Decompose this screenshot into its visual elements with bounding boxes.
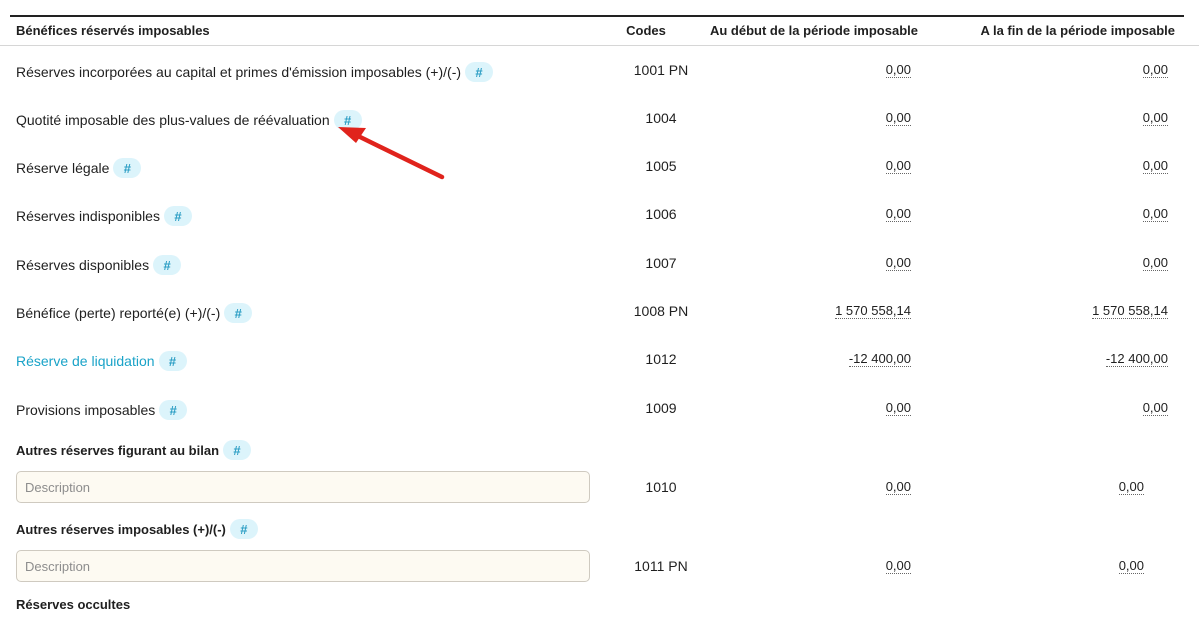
value-debut[interactable]: 0,00 (885, 207, 911, 222)
row-code: 1001 PN (633, 62, 689, 78)
value-debut[interactable]: -12 400,00 (848, 352, 911, 367)
table-row: 1011 PN 0,00 0,00 (0, 552, 1199, 582)
hash-icon[interactable]: # (163, 206, 192, 226)
row-code: 1007 (645, 255, 677, 271)
section-autres-imposables: Autres réserves imposables (+)/(-) # (0, 513, 1199, 543)
row-code: 1010 (645, 479, 677, 495)
hash-icon[interactable]: # (229, 519, 258, 539)
value-fin[interactable]: -12 400,00 (1105, 352, 1168, 367)
row-label: Réserves indisponibles (16, 208, 160, 224)
table-row: Réserves disponibles # 1007 0,00 0,00 (0, 249, 1199, 279)
table-row: Réserves indisponibles # 1006 0,00 0,00 (0, 200, 1199, 230)
hash-icon[interactable]: # (158, 351, 187, 371)
row-code: 1005 (645, 158, 677, 174)
value-fin[interactable]: 0,00 (1142, 207, 1168, 222)
hash-icon[interactable]: # (465, 62, 494, 82)
row-label: Réserves incorporées au capital et prime… (16, 64, 462, 80)
hash-icon[interactable]: # (153, 255, 182, 275)
section-label: Réserves occultes (16, 597, 131, 612)
row-code: 1009 (645, 400, 677, 416)
row-label: Provisions imposables (16, 402, 156, 418)
value-fin[interactable]: 0,00 (1142, 401, 1168, 416)
header-label: Bénéfices réservés imposables (16, 23, 210, 38)
hash-icon[interactable]: # (224, 303, 253, 323)
section-label: Autres réserves imposables (+)/(-) (16, 521, 226, 537)
value-debut[interactable]: 0,00 (885, 256, 911, 271)
hash-icon[interactable]: # (159, 400, 188, 420)
row-code: 1008 PN (633, 303, 689, 319)
table-row: Bénéfice (perte) reporté(e) (+)/(-) # 100… (0, 297, 1199, 327)
value-fin[interactable]: 1 570 558,14 (1092, 304, 1168, 319)
value-debut[interactable]: 0,00 (885, 63, 911, 78)
value-debut[interactable]: 1 570 558,14 (835, 304, 911, 319)
section-label: Autres réserves figurant au bilan (16, 442, 220, 458)
row-code: 1006 (645, 206, 677, 222)
table-row: Provisions imposables # 1009 0,00 0,00 (0, 394, 1199, 424)
value-debut[interactable]: 0,00 (885, 401, 911, 416)
header-debut: Au début de la période imposable (709, 23, 918, 38)
table-header: Bénéfices réservés imposables Codes Au d… (0, 17, 1199, 46)
row-code: 1004 (645, 110, 677, 126)
row-label: Réserve légale (16, 160, 110, 176)
table-row: 1010 0,00 0,00 (0, 473, 1199, 503)
row-label: Quotité imposable des plus-values de réé… (16, 112, 330, 128)
value-debut[interactable]: 0,00 (885, 111, 911, 126)
value-fin[interactable]: 0,00 (1142, 111, 1168, 126)
value-fin[interactable]: 0,00 (1118, 480, 1144, 495)
table-row: Réserve légale # 1005 0,00 0,00 (0, 152, 1199, 182)
row-code: 1011 PN (634, 558, 688, 574)
header-codes: Codes (626, 23, 666, 38)
value-debut[interactable]: 0,00 (885, 480, 911, 495)
value-debut[interactable]: 0,00 (885, 559, 911, 574)
header-fin: A la fin de la période imposable (980, 23, 1175, 38)
row-code: 1012 (645, 351, 677, 367)
table-row: Réserve de liquidation # 1012 -12 400,00 … (0, 345, 1199, 375)
table-row: Quotité imposable des plus-values de réé… (0, 104, 1199, 134)
row-label: Réserves disponibles (16, 257, 150, 273)
hash-icon[interactable]: # (333, 110, 362, 130)
value-fin[interactable]: 0,00 (1118, 559, 1144, 574)
row-label: Bénéfice (perte) reporté(e) (+)/(-) (16, 305, 221, 321)
value-debut[interactable]: 0,00 (885, 159, 911, 174)
hash-icon[interactable]: # (113, 158, 142, 178)
section-autres-bilan: Autres réserves figurant au bilan # (0, 434, 1199, 464)
value-fin[interactable]: 0,00 (1142, 256, 1168, 271)
value-fin[interactable]: 0,00 (1142, 63, 1168, 78)
row-label-link[interactable]: Réserve de liquidation (16, 353, 155, 369)
value-fin[interactable]: 0,00 (1142, 159, 1168, 174)
table-row: Réserves incorporées au capital et prime… (0, 56, 1199, 86)
hash-icon[interactable]: # (223, 440, 252, 460)
